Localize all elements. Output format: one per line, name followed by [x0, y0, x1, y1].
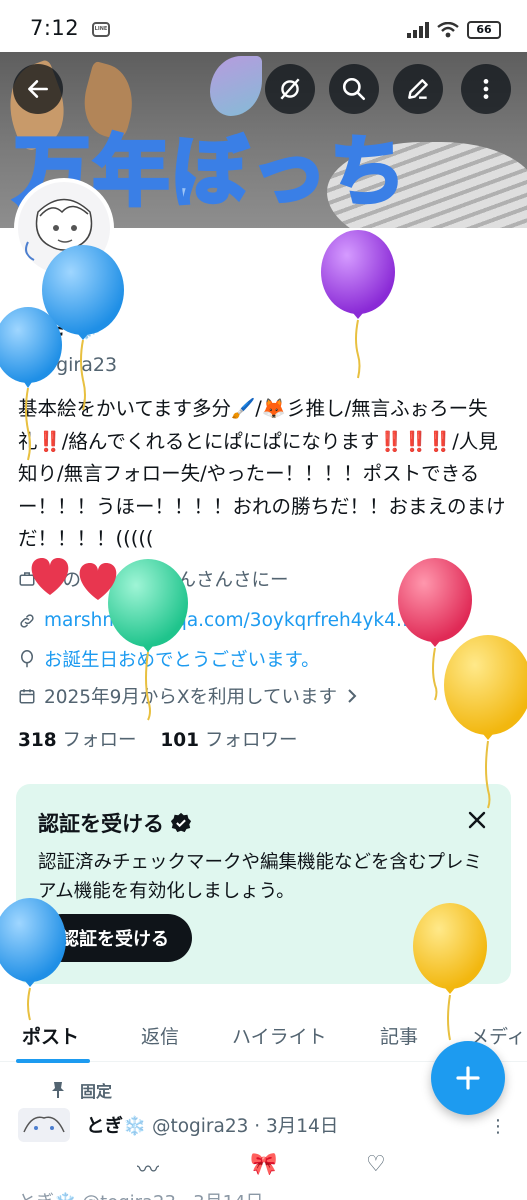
- profile-category: ロの さんさんさにー: [18, 566, 289, 592]
- tab-highlights[interactable]: ハイライト: [232, 1022, 327, 1049]
- post-wave-emoji: 〰: [137, 1158, 160, 1183]
- tab-articles[interactable]: 記事: [380, 1022, 418, 1049]
- balloon-purple: [321, 230, 395, 379]
- tab-posts[interactable]: ポスト: [22, 1022, 79, 1049]
- post-meta: @togira23 · 3月14日: [151, 1116, 339, 1137]
- verify-title-text: 認証を受ける: [38, 812, 164, 836]
- following-label: フォロー: [62, 730, 137, 751]
- status-bar: 7:12 LINE 66: [0, 0, 527, 52]
- profile-link-row: marshmallow-qa.com/3oykqrfreh4yk4…: [18, 610, 414, 631]
- post-avatar[interactable]: [18, 1108, 70, 1142]
- post-ribbon-emoji: 🎀: [250, 1152, 278, 1177]
- verified-badge-icon: [170, 812, 192, 833]
- followers-count: 101: [160, 730, 200, 751]
- post-more-button[interactable]: ⋮: [489, 1116, 507, 1137]
- signal-icon: [407, 22, 429, 38]
- profile-bio: 基本絵をかいてます多分🖌️/🦊彡推し/無言ふぉろー失礼‼️/絡んでくれるとにぱに…: [18, 397, 506, 550]
- post-heart-emoji: ♡: [366, 1152, 386, 1177]
- battery-icon: 66: [467, 21, 501, 39]
- active-tab-indicator: [16, 1059, 90, 1063]
- edit-button[interactable]: [393, 64, 443, 114]
- chevron-right-icon: [348, 689, 357, 703]
- compose-post-button[interactable]: [431, 1041, 505, 1115]
- more-vertical-icon: [483, 79, 489, 99]
- line-app-icon: LINE: [92, 22, 110, 37]
- profile-link[interactable]: marshmallow-qa.com/3oykqrfreh4yk4…: [44, 610, 414, 631]
- post-avatar-drawing: [23, 1116, 65, 1133]
- following-link[interactable]: 318 フォロー: [18, 730, 137, 751]
- birthday-row: お誕生日おめでとうございます。: [18, 646, 320, 672]
- display-name: とぎ❄️: [18, 311, 103, 341]
- status-indicators: 66: [407, 20, 501, 40]
- next-post-preview: とぎ❄️ @togira23 · 3月14日: [18, 1188, 264, 1200]
- followers-label: フォロワー: [204, 730, 298, 751]
- category-text: さんさんさにー: [159, 570, 289, 591]
- avatar[interactable]: [14, 178, 114, 278]
- follow-stats: 318 フォロー 101 フォロワー: [18, 726, 297, 752]
- joined-row[interactable]: 2025年9月からXを利用しています: [18, 683, 359, 709]
- verify-title: 認証を受ける: [38, 808, 192, 838]
- balloon-yellow-1: [444, 635, 527, 809]
- status-time: 7:12: [30, 16, 80, 40]
- banner-butterfly: [210, 56, 262, 116]
- category-prefix: ロの: [44, 570, 82, 591]
- link-icon: [20, 613, 34, 628]
- following-count: 318: [18, 730, 57, 751]
- wifi-icon: [437, 22, 459, 38]
- verify-button[interactable]: 認証を受ける: [38, 914, 192, 962]
- pinned-label: 固定: [80, 1082, 113, 1101]
- search-button[interactable]: [329, 64, 379, 114]
- verify-description: 認証済みチェックマークや編集機能などを含むプレミアム機能を有効化しましょう。: [38, 852, 483, 902]
- avatar-drawing: [25, 198, 93, 261]
- verify-card: 認証を受ける 認証済みチェックマークや編集機能などを含むプレミアム機能を有効化し…: [16, 784, 511, 984]
- back-button[interactable]: [13, 64, 63, 114]
- post-header: とぎ❄️ @togira23 · 3月14日: [86, 1112, 338, 1138]
- close-icon: [468, 811, 486, 829]
- grok-icon: [280, 78, 300, 100]
- followers-link[interactable]: 101 フォロワー: [160, 730, 297, 751]
- tab-replies[interactable]: 返信: [141, 1022, 179, 1049]
- back-arrow-icon: [28, 80, 48, 98]
- calendar-icon: [19, 689, 35, 704]
- pinned-indicator: 固定: [50, 1078, 112, 1102]
- grok-button[interactable]: [265, 64, 315, 114]
- briefcase-icon: [19, 572, 35, 586]
- verify-close-button[interactable]: [463, 806, 491, 834]
- birthday-text[interactable]: お誕生日おめでとうございます。: [44, 646, 320, 672]
- edit-pencil-icon: [408, 79, 428, 99]
- user-handle: @togira23: [18, 354, 118, 376]
- pin-icon: [52, 1082, 64, 1098]
- balloon-icon: [21, 650, 33, 668]
- search-icon: [342, 77, 366, 101]
- joined-text: 2025年9月からXを利用しています: [44, 687, 337, 708]
- plus-icon: [456, 1066, 480, 1090]
- more-button[interactable]: [461, 64, 511, 114]
- post-author-name[interactable]: とぎ❄️: [86, 1116, 146, 1137]
